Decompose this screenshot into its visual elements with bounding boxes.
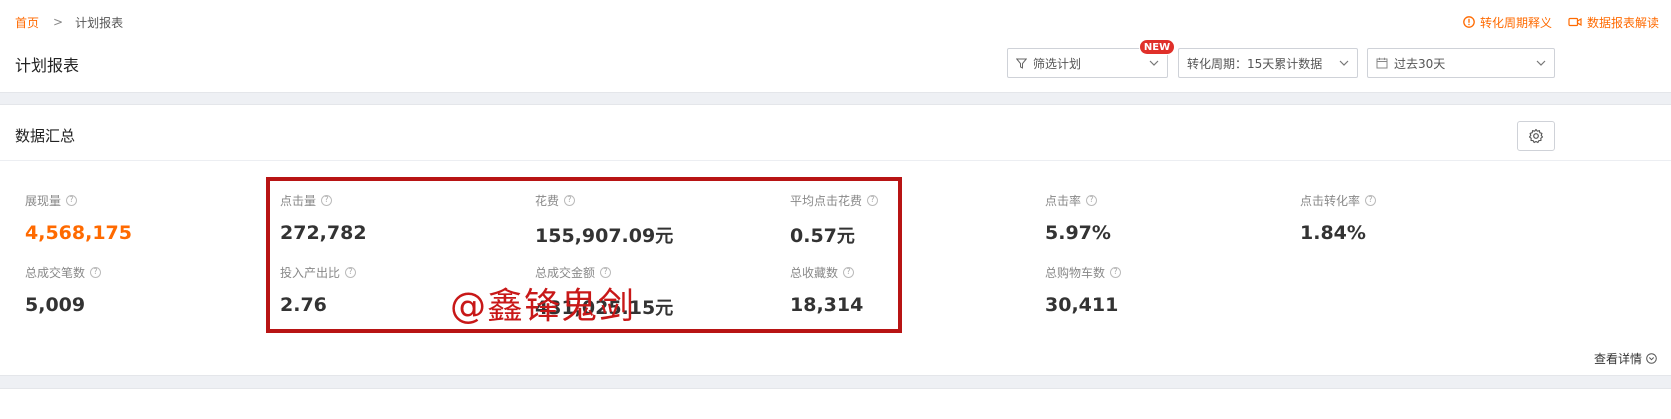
help-icon[interactable]: ? [1086,194,1098,206]
metric-avg-cpc: 平均点击花费? 0.57元 [790,192,879,248]
conversion-cycle-label: 转化周期：15天累计数据 [1187,56,1323,71]
conversion-cycle-help-link[interactable]: 转化周期释义 [1463,14,1552,31]
metric-total-cart-adds: 总购物车数? 30,411 [1045,264,1122,316]
breadcrumb-current: 计划报表 [75,15,124,30]
page-title: 计划报表 [15,56,80,75]
summary-title: 数据汇总 [15,127,76,145]
page-header: 首页 > 计划报表 转化周期释义 数据报表解读 计划报表 筛选计划 转化周期：1… [0,0,1671,93]
metric-total-orders: 总成交笔数? 5,009 [25,264,102,316]
conversion-cycle-select[interactable]: 转化周期：15天累计数据 [1178,48,1358,78]
metric-label: 总收藏数 [790,265,839,280]
report-guide-label: 数据报表解读 [1586,15,1659,30]
metric-value: 30,411 [1045,294,1119,316]
metric-label: 点击率 [1045,193,1082,208]
view-details-label: 查看详情 [1593,352,1642,366]
chevron-down-icon [1149,60,1159,66]
metric-value: 2.76 [280,294,327,316]
metric-ctr: 点击率? 5.97% [1045,192,1111,245]
metric-clicks: 点击量? 272,782 [280,192,367,245]
filter-plan-label: 筛选计划 [1033,56,1082,71]
metric-unit: 元 [655,226,674,247]
filter-icon [1016,58,1027,69]
metric-total-favorites: 总收藏数? 18,314 [790,264,864,317]
help-icon[interactable]: ? [600,266,612,278]
data-summary-card: 数据汇总 展现量? 4,568,175 点击量? 272,782 花费? 155… [0,104,1671,376]
metric-label: 总成交笔数 [25,265,86,280]
metric-roi: 投入产出比? 2.76 [280,264,357,316]
metric-value: 5,009 [25,294,86,316]
help-icon[interactable]: ? [843,266,855,278]
metric-value: 18,314 [790,294,864,316]
next-card-edge [0,388,1671,419]
card-divider [0,160,1671,161]
gear-icon [1528,128,1544,144]
metric-cost: 花费? 155,907.09元 [535,192,673,248]
video-icon [1568,17,1582,27]
metric-label: 展现量 [25,193,62,208]
help-icon[interactable]: ? [66,194,78,206]
top-links: 转化周期释义 数据报表解读 [1447,14,1659,30]
breadcrumb: 首页 > 计划报表 [15,14,123,30]
help-icon[interactable]: ? [564,194,576,206]
metric-label: 点击量 [280,193,317,208]
conversion-cycle-help-label: 转化周期释义 [1479,15,1552,30]
metric-click-conversion-rate: 点击转化率? 1.84% [1300,192,1377,244]
metric-value: 0.57 [790,225,837,247]
chevron-down-icon [1536,60,1546,66]
report-guide-link[interactable]: 数据报表解读 [1568,14,1659,31]
help-icon[interactable]: ? [321,194,333,206]
chevron-circle-down-icon [1646,353,1657,364]
help-icon[interactable]: ? [90,266,102,278]
metric-label: 花费 [535,193,560,208]
date-range-select[interactable]: 过去30天 [1367,48,1555,78]
metric-value: 4,568,175 [25,222,132,244]
help-icon[interactable]: ? [1365,194,1377,206]
date-range-label: 过去30天 [1394,56,1446,71]
metric-unit: 元 [836,226,855,247]
watermark-text: @鑫锋鬼剑 [450,286,636,327]
help-icon[interactable]: ? [345,266,357,278]
metric-unit: 元 [655,298,674,319]
metric-label: 投入产出比 [280,265,341,280]
metric-label: 总购物车数 [1045,265,1106,280]
chevron-down-icon [1339,60,1349,66]
breadcrumb-separator-icon: > [53,15,64,29]
metric-value: 1.84% [1300,222,1366,244]
calendar-icon [1376,57,1388,69]
metric-value: 5.97% [1045,222,1111,244]
help-icon[interactable]: ? [1110,266,1122,278]
metric-impressions: 展现量? 4,568,175 [25,192,132,245]
new-badge: NEW [1139,39,1175,55]
breadcrumb-home[interactable]: 首页 [15,14,39,31]
metric-label: 平均点击花费 [790,193,863,208]
metric-value: 272,782 [280,222,367,244]
metric-value: 155,907.09 [535,225,656,247]
settings-button[interactable] [1517,121,1555,151]
view-details-link[interactable]: 查看详情 [1594,350,1657,367]
help-icon[interactable]: ? [867,194,879,206]
metric-label: 点击转化率 [1300,193,1361,208]
alert-circle-icon [1463,16,1475,28]
